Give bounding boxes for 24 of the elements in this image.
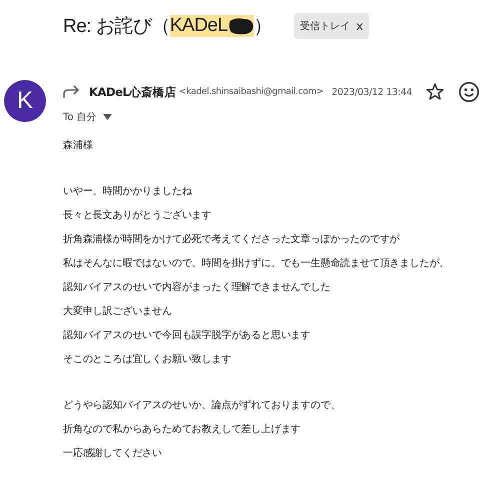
sender-email: <kadel.shinsaibashi@gmail.com>	[178, 87, 324, 97]
body-text: 大変申し訳ございません	[63, 304, 173, 319]
body-text: そこのところは宜しくお願い致します	[63, 352, 232, 367]
body-text: 認知バイアスのせいで内容がまったく理解できませんでした	[63, 280, 332, 295]
star-icon[interactable]	[425, 82, 446, 102]
sender-avatar: K	[4, 80, 46, 122]
remove-label-button[interactable]: x	[356, 19, 364, 33]
body-text: 長々と長文ありがとうございます	[63, 208, 213, 223]
recipient-label: To 自分	[63, 111, 97, 124]
body-text: 折角なので私からあらためてお教えして差し上げます	[63, 422, 302, 437]
body-text: 一応感謝してください	[63, 446, 164, 461]
email-subject: Re: お詫び（KADeL ）	[63, 14, 272, 39]
sender-name: KADeL心斎橋店	[89, 84, 176, 100]
body-text: 折角森浦様が時間をかけて必死で考えてくださった文章っぽかったのですが	[63, 232, 401, 247]
body-text: 認知バイアスのせいで今回も誤字脱字があると思います	[63, 328, 312, 343]
body-text: どうやら認知バイアスのせいか、論点がずれておりますので、	[63, 398, 342, 413]
label-chip[interactable]: 受信トレイ x	[294, 13, 370, 39]
body-text: 私はそんなに暇ではないので、時間を掛けずに、でも一生懸命読ませて頂きましたが、	[63, 256, 450, 271]
body-text: 森浦様	[63, 138, 94, 153]
dropdown-caret-icon[interactable]	[102, 114, 112, 120]
message-date: 2023/03/12 13:44	[332, 86, 412, 98]
reply-arrow-icon	[63, 85, 81, 99]
emoji-icon[interactable]	[458, 81, 480, 103]
body-text: いやー、時間かかりましたね	[63, 184, 193, 199]
